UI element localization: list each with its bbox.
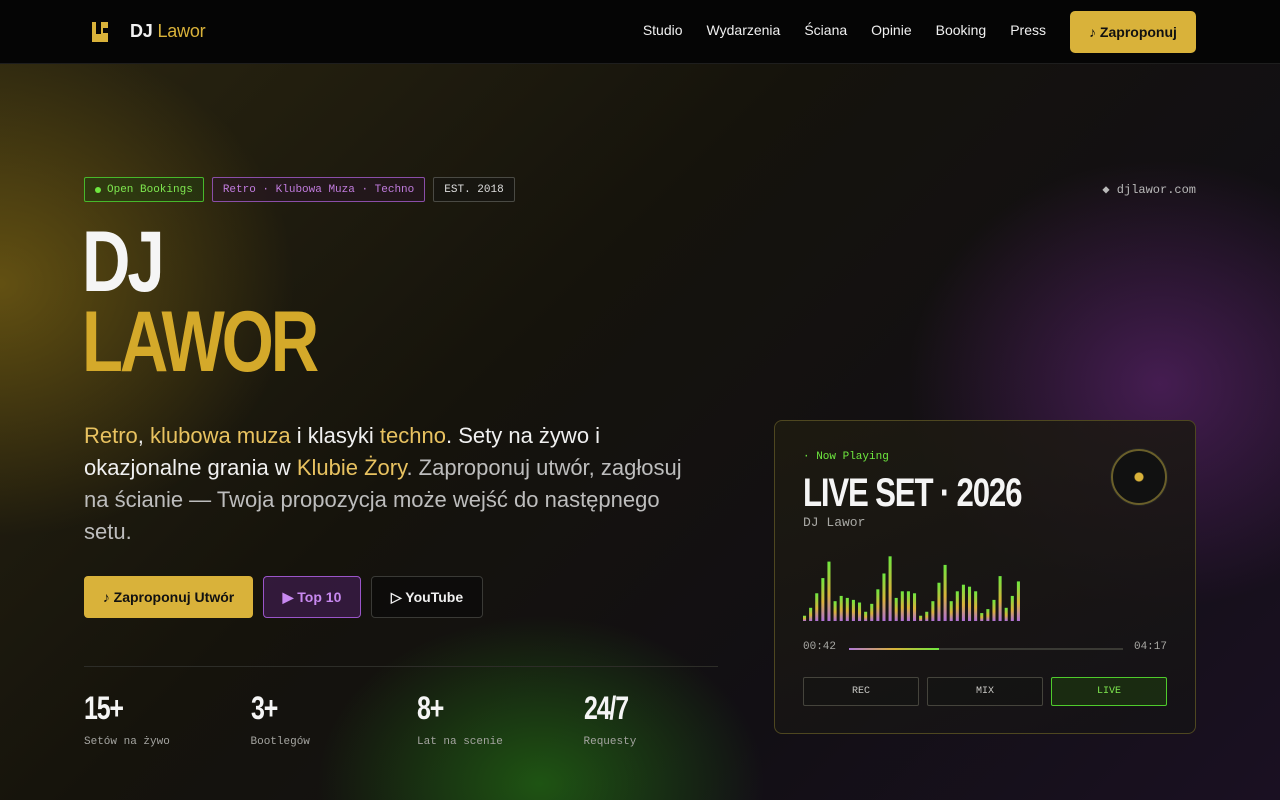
- elapsed-time: 00:42: [803, 641, 837, 653]
- nav-link-wydarzenia[interactable]: Wydarzenia: [707, 22, 781, 38]
- hero-title-line1: DJ: [82, 214, 165, 310]
- genre-badge: Retro · Klubowa Muza · Techno: [211, 177, 426, 202]
- nav-link-opinie[interactable]: Opinie: [871, 22, 911, 38]
- visualizer-bar: [876, 589, 880, 621]
- nav-link-booking[interactable]: Booking: [936, 22, 987, 38]
- vinyl-disc-icon: [1111, 449, 1167, 505]
- visualizer-bar: [894, 597, 898, 621]
- visualizer-bar: [992, 599, 996, 621]
- stat-years: 8+ Lat na scenie: [417, 690, 584, 748]
- stat-sets: 15+ Setów na żywo: [84, 690, 251, 748]
- status-badge: Open Bookings: [84, 177, 204, 202]
- visualizer-bar: [986, 609, 990, 621]
- desc-highlight-klub: Klubie Żory: [296, 455, 407, 480]
- hero-buttons: ♪ Zaproponuj Utwór ▶ Top 10 ▷ YouTube: [84, 576, 483, 618]
- visualizer-bar: [1016, 581, 1020, 621]
- visualizer-bar: [961, 584, 965, 621]
- rec-button[interactable]: REC: [803, 677, 919, 706]
- established-badge: EST. 2018: [433, 177, 515, 202]
- hero-title-line2: LAWOR: [82, 294, 319, 390]
- visualizer-bar: [937, 582, 941, 621]
- stat-label: Lat na scenie: [417, 736, 503, 748]
- stats-divider: [84, 666, 718, 667]
- visualizer-bar: [931, 601, 935, 621]
- visualizer-bar: [845, 597, 849, 621]
- status-badge-label: Open Bookings: [107, 183, 193, 196]
- desc-text-1: ,: [137, 423, 151, 448]
- stat-value: 24/7: [583, 690, 629, 726]
- visualizer-bar: [949, 601, 953, 621]
- visualizer-bar: [919, 615, 923, 621]
- visualizer-bar: [900, 591, 904, 621]
- nav-links: Studio Wydarzenia Ściana Opinie Booking …: [643, 22, 1046, 38]
- top-navbar: DJ Lawor Studio Wydarzenia Ściana Opinie…: [0, 0, 1280, 64]
- visualizer-bar: [839, 595, 843, 621]
- stat-label: Requesty: [583, 736, 637, 748]
- visualizer-bar: [870, 603, 874, 621]
- logo-icon: [92, 22, 108, 42]
- nav-link-press[interactable]: Press: [1010, 22, 1046, 38]
- nav-link-sciana[interactable]: Ściana: [804, 22, 847, 38]
- now-playing-label: · Now Playing: [803, 451, 889, 463]
- live-button[interactable]: LIVE: [1051, 677, 1167, 706]
- desc-text-2: i klasyki: [290, 423, 380, 448]
- visualizer-bar: [858, 602, 862, 621]
- top10-button[interactable]: ▶ Top 10: [263, 576, 361, 618]
- visualizer-bar: [943, 564, 947, 621]
- visualizer-bar: [827, 561, 831, 621]
- visualizer-bar: [980, 613, 984, 621]
- visualizer-bar: [864, 611, 868, 621]
- visualizer-bar: [809, 607, 813, 621]
- visualizer-bar: [882, 573, 886, 621]
- stats-row: 15+ Setów na żywo 3+ Bootlegów 8+ Lat na…: [84, 690, 750, 748]
- visualizer-bar: [955, 591, 959, 621]
- desc-highlight-techno: techno: [379, 423, 446, 448]
- visualizer-bar: [821, 578, 825, 621]
- visualizer-bar: [851, 599, 855, 621]
- audio-visualizer: [803, 556, 1020, 621]
- hero-title: DJ LAWOR: [82, 214, 319, 390]
- duration-time: 04:17: [1133, 641, 1167, 653]
- visualizer-bar: [833, 601, 837, 621]
- visualizer-bar: [1010, 595, 1014, 621]
- stat-label: Bootlegów: [250, 736, 310, 748]
- visualizer-bar: [968, 586, 972, 621]
- visualizer-bar: [913, 593, 917, 621]
- now-playing-card: · Now Playing LIVE SET · 2026 DJ Lawor 0…: [774, 420, 1196, 734]
- status-dot-icon: [95, 186, 101, 193]
- stat-label: Setów na żywo: [84, 736, 170, 748]
- brand-name[interactable]: DJ Lawor: [130, 21, 206, 42]
- player-controls: REC MIX LIVE: [803, 677, 1167, 706]
- track-artist: DJ Lawor: [803, 515, 866, 530]
- suggest-button[interactable]: ♪ Zaproponuj: [1070, 11, 1196, 53]
- suggest-track-button[interactable]: ♪ Zaproponuj Utwór: [84, 576, 253, 618]
- mix-button[interactable]: MIX: [927, 677, 1043, 706]
- visualizer-bar: [906, 591, 910, 621]
- visualizer-bar: [888, 556, 892, 621]
- track-title: LIVE SET · 2026: [803, 471, 1022, 515]
- desc-highlight-klubowa: klubowa muza: [150, 423, 291, 448]
- visualizer-bar: [803, 615, 807, 621]
- brand-first: DJ: [130, 21, 153, 41]
- stat-bootlegs: 3+ Bootlegów: [251, 690, 418, 748]
- nav-link-studio[interactable]: Studio: [643, 22, 683, 38]
- site-link[interactable]: ◆ djlawor.com: [1102, 182, 1196, 197]
- visualizer-bar: [974, 591, 978, 621]
- youtube-button[interactable]: ▷ YouTube: [371, 576, 483, 618]
- visualizer-bar: [1004, 607, 1008, 621]
- visualizer-bar: [925, 611, 929, 621]
- progress-track[interactable]: [849, 648, 1123, 650]
- visualizer-bar: [815, 593, 819, 621]
- brand-second: Lawor: [157, 21, 206, 41]
- hero-tags: Open Bookings Retro · Klubowa Muza · Tec…: [84, 177, 515, 202]
- stat-value: 3+: [250, 690, 278, 726]
- visualizer-bar: [998, 576, 1002, 621]
- stat-value: 8+: [417, 690, 444, 726]
- desc-highlight-retro: Retro: [84, 423, 138, 448]
- progress-fill: [849, 648, 940, 650]
- hero-description: Retro, klubowa muza i klasyki techno. Se…: [84, 420, 684, 548]
- stat-value: 15+: [84, 690, 124, 726]
- stat-requests: 24/7 Requesty: [584, 690, 751, 748]
